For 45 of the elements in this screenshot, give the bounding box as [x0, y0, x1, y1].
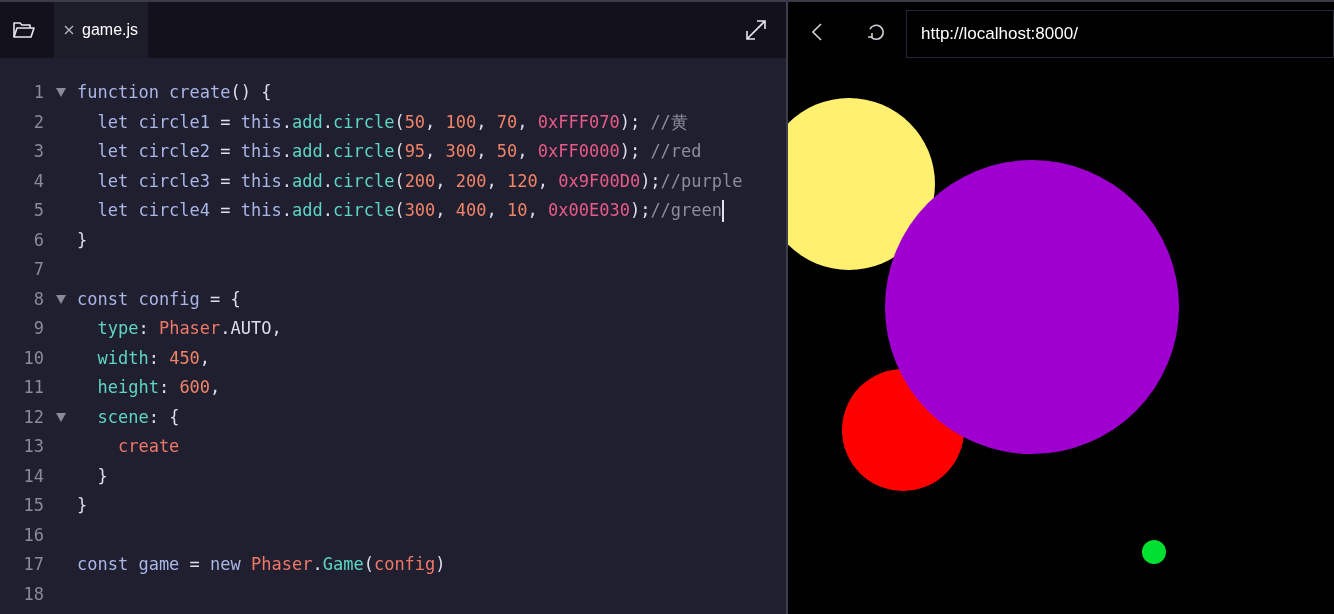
code-line: }: [77, 228, 88, 252]
line-number: 10: [22, 346, 44, 370]
line-number: 12: [22, 405, 44, 429]
fold-arrow-icon[interactable]: [55, 294, 66, 304]
line-number: 9: [32, 317, 44, 340]
line-number: 1: [32, 81, 44, 104]
file-tab[interactable]: game.js: [54, 2, 149, 58]
line-number: 14: [22, 464, 44, 488]
line-number: 13: [22, 435, 44, 458]
line-number: 5: [32, 199, 44, 222]
url-field[interactable]: http://localhost:8000/: [906, 10, 1334, 58]
line-number: 3: [32, 140, 44, 163]
reload-icon: [867, 23, 885, 41]
code-line: const config = {: [77, 287, 241, 311]
code-line: height: 600,: [96, 376, 221, 399]
code-line: scene: {: [96, 405, 180, 429]
code-line: type: Phaser.AUTO,: [96, 317, 282, 340]
line-number: 4: [32, 169, 44, 193]
code-line: const game = new Phaser.Game(config): [77, 553, 446, 576]
code-line: let circle2 = this.add.circle(95, 300, 50, 0xFF0000); //red: [96, 140, 702, 163]
code-line: }: [96, 464, 108, 488]
line-number: 11: [22, 376, 44, 399]
circle: [1142, 540, 1166, 564]
line-number: 15: [22, 494, 44, 517]
code-line: let circle1 = this.add.circle(50, 100, 70, 0xFFF070); //黄: [96, 110, 688, 134]
close-icon[interactable]: [64, 25, 74, 35]
code-line: let circle4 = this.add.circle(300, 400, 10, 0x00E030);//green: [96, 199, 723, 222]
line-number: 18: [22, 582, 44, 606]
fold-arrow-icon[interactable]: [55, 412, 66, 422]
fold-arrow-icon[interactable]: [55, 88, 66, 98]
code-line: }: [77, 494, 88, 517]
line-number: 7: [32, 258, 44, 281]
code-line: let circle3 = this.add.circle(200, 200, 120, 0x9F00D0);//purple: [96, 169, 743, 193]
line-number: 17: [22, 553, 44, 576]
folder-icon: [13, 21, 35, 39]
back-icon: [812, 23, 822, 41]
url-text: http://localhost:8000/: [921, 23, 1078, 46]
line-number: 6: [32, 228, 44, 252]
line-number: 2: [32, 110, 44, 134]
code-line: function create() {: [77, 81, 272, 104]
line-number: 16: [22, 523, 44, 547]
code-line: width: 450,: [96, 346, 211, 370]
code-line: create: [116, 435, 180, 458]
line-number: 8: [32, 287, 44, 311]
expand-icon: [745, 19, 767, 41]
